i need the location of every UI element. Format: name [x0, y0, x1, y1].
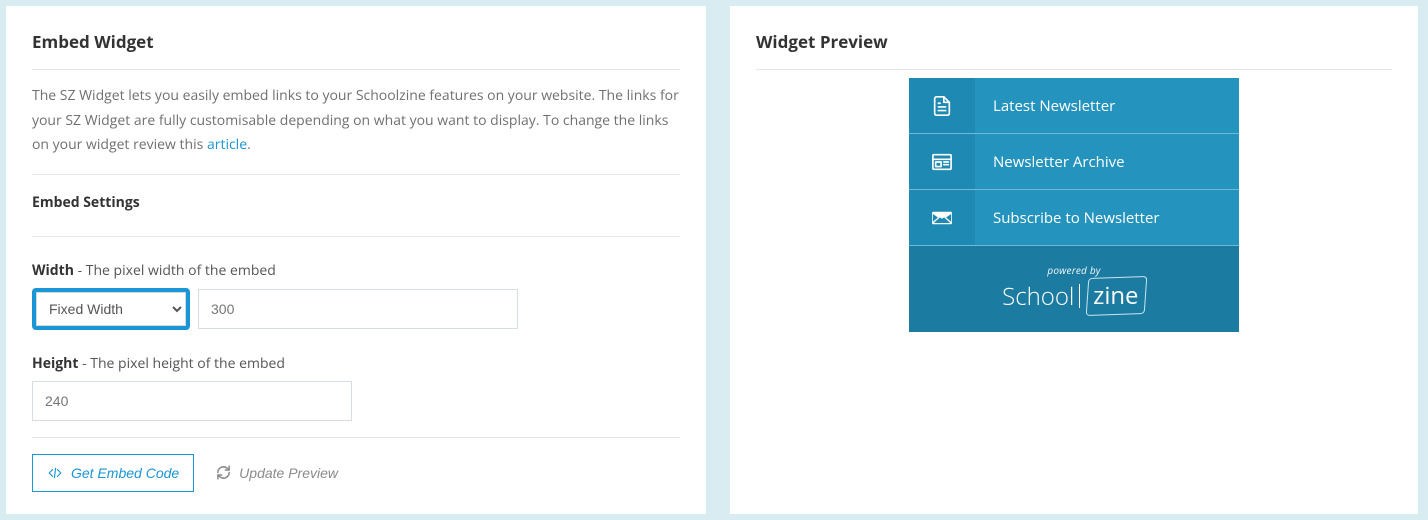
panel-title: Widget Preview: [756, 30, 1392, 53]
widget-row-newsletter-archive[interactable]: Newsletter Archive: [909, 134, 1239, 190]
widget-preview-panel: Widget Preview Latest Newsletter Newslet…: [730, 6, 1418, 514]
embed-widget-panel: Embed Widget The SZ Widget lets you easi…: [6, 6, 706, 514]
code-icon: [47, 466, 63, 480]
panel-title: Embed Widget: [32, 30, 680, 53]
desc-text: The SZ Widget lets you easily embed link…: [32, 86, 679, 154]
widget-footer: powered by School zine: [909, 246, 1239, 332]
widget-row-latest-newsletter[interactable]: Latest Newsletter: [909, 78, 1239, 134]
height-field: Height - The pixel height of the embed: [32, 354, 680, 421]
widget-row-subscribe[interactable]: Subscribe to Newsletter: [909, 190, 1239, 246]
height-label-rest: - The pixel height of the embed: [78, 354, 285, 373]
brand-text-left: School: [1002, 280, 1074, 313]
widget-row-label: Subscribe to Newsletter: [975, 208, 1160, 228]
brand-zine-box: zine: [1086, 276, 1147, 316]
brand-divider: [1079, 284, 1080, 308]
widget-row-label: Newsletter Archive: [975, 152, 1125, 172]
preview-widget: Latest Newsletter Newsletter Archive Sub…: [909, 78, 1239, 332]
newspaper-icon: [909, 134, 975, 189]
preview-area: Latest Newsletter Newsletter Archive Sub…: [756, 70, 1392, 332]
get-embed-code-button[interactable]: Get Embed Code: [32, 454, 194, 492]
embed-description: The SZ Widget lets you easily embed link…: [32, 70, 680, 174]
width-label-strong: Width: [32, 261, 74, 280]
article-link[interactable]: article: [207, 135, 247, 154]
width-field: Width - The pixel width of the embed Fix…: [32, 261, 680, 330]
width-input[interactable]: [198, 289, 518, 329]
update-preview-label: Update Preview: [239, 465, 338, 481]
width-label-rest: - The pixel width of the embed: [74, 261, 276, 280]
width-label: Width - The pixel width of the embed: [32, 261, 680, 280]
update-preview-button[interactable]: Update Preview: [216, 465, 338, 481]
get-embed-code-label: Get Embed Code: [71, 465, 179, 481]
height-label-strong: Height: [32, 354, 78, 373]
brand-text-right: zine: [1093, 279, 1138, 312]
widget-row-label: Latest Newsletter: [975, 96, 1115, 116]
desc-suffix: .: [247, 135, 251, 154]
height-label: Height - The pixel height of the embed: [32, 354, 680, 373]
divider: [32, 437, 680, 438]
width-mode-highlight: Fixed Width: [32, 288, 190, 330]
divider: [32, 236, 680, 237]
height-input[interactable]: [32, 381, 352, 421]
envelope-icon: [909, 190, 975, 245]
schoolzine-logo: School zine: [1002, 277, 1146, 315]
width-mode-select[interactable]: Fixed Width: [36, 292, 186, 326]
refresh-icon: [216, 465, 231, 480]
powered-by-label: powered by: [1047, 263, 1100, 277]
document-icon: [909, 78, 975, 133]
embed-settings-title: Embed Settings: [32, 175, 680, 216]
